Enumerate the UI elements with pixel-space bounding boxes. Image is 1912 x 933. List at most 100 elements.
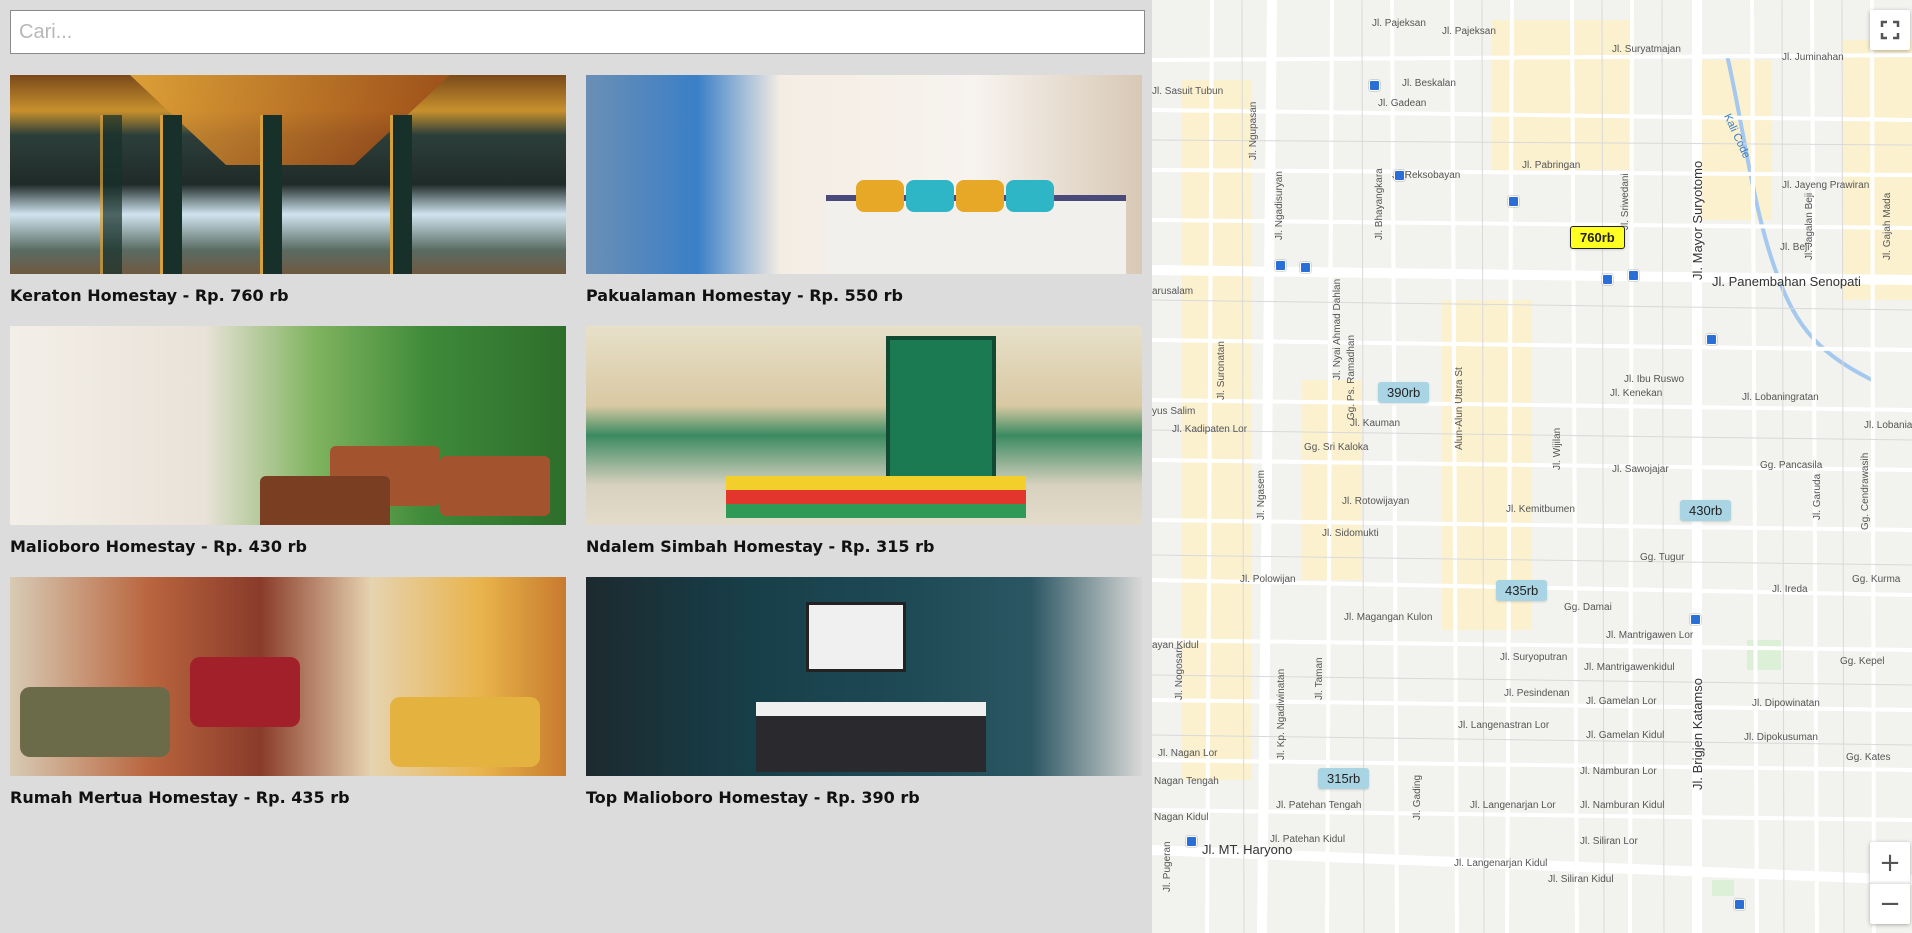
map-street-label: Jl. Mayor Suryotomo [1690, 160, 1705, 280]
map-street-label: Gg. Kurma [1852, 574, 1901, 585]
map-street-label: Jl. Taman [1314, 657, 1325, 700]
map-street-label: Jl. Ireda [1772, 584, 1808, 595]
listing-card-top-malioboro[interactable]: Top Malioboro Homestay - Rp. 390 rb [586, 577, 1142, 807]
bus-stop-icon[interactable] [1186, 836, 1197, 847]
map-street-label: Jl. Bhayangkara [1374, 168, 1385, 240]
map-street-label: Jl. Kemitbumen [1506, 504, 1575, 515]
map-street-label: Jl. Pesindenan [1504, 688, 1570, 699]
listing-card-rumah-mertua[interactable]: Rumah Mertua Homestay - Rp. 435 rb [10, 577, 566, 807]
price-marker-rumah-mertua[interactable]: 435rb [1496, 580, 1548, 601]
map-street-label: Gg. Ps. Ramadhan [1346, 334, 1357, 420]
map-street-label: Jl. Patehan Tengah [1276, 800, 1362, 811]
bus-stop-icon[interactable] [1275, 260, 1286, 271]
listing-photo[interactable] [10, 577, 566, 776]
bus-stop-icon[interactable] [1628, 270, 1639, 281]
map-street-label: Jl. Ngasem [1256, 469, 1267, 520]
price-marker-ndalem-simbah[interactable]: 315rb [1318, 768, 1370, 789]
map-street-label: Jl. Pabringan [1522, 160, 1581, 171]
listing-card-pakualaman[interactable]: Pakualaman Homestay - Rp. 550 rb [586, 75, 1142, 305]
fullscreen-button[interactable] [1870, 10, 1910, 50]
map-street-label: Jl. Mantrigawen Lor [1606, 630, 1694, 641]
map-street-label: Gg. Kates [1846, 752, 1891, 763]
map-street-label: Gg. Kepel [1840, 656, 1885, 667]
map-street-label: Nagan Tengah [1154, 776, 1219, 787]
map-street-label: Jl. Sasuit Tubun [1152, 86, 1224, 97]
map-street-label: Jl. Mantrigawenkidul [1584, 662, 1675, 673]
map-street-label: Jl. Lobaningratan [1742, 392, 1819, 403]
map-street-label: Jl. Jagalan Beji [1804, 192, 1815, 260]
listing-caption[interactable]: Keraton Homestay - Rp. 760 rb [10, 286, 566, 305]
map-street-label: Gg. Cendrawasih [1860, 452, 1871, 530]
map-street-label: Jl. Pajeksan [1442, 26, 1496, 37]
listing-photo[interactable] [10, 326, 566, 525]
map-street-label: Gg. Sri Kaloka [1304, 442, 1369, 453]
listings-panel: Keraton Homestay - Rp. 760 rb Pakualaman… [0, 0, 1152, 933]
fullscreen-icon [1880, 20, 1900, 40]
listing-card-malioboro[interactable]: Malioboro Homestay - Rp. 430 rb [10, 326, 566, 556]
map-street-label: Jl. Kenekan [1610, 388, 1663, 399]
bus-stop-icon[interactable] [1734, 899, 1745, 910]
bus-stop-icon[interactable] [1394, 170, 1405, 181]
map-street-label: Jl. Polowijan [1240, 574, 1296, 585]
map-street-label: ayan Kidul [1152, 640, 1199, 651]
bus-stop-icon[interactable] [1690, 614, 1701, 625]
price-marker-top-malioboro[interactable]: 390rb [1378, 382, 1430, 403]
map-street-label: Jl. Ngupasan [1248, 101, 1259, 160]
listing-caption[interactable]: Rumah Mertua Homestay - Rp. 435 rb [10, 788, 566, 807]
bus-stop-icon[interactable] [1369, 80, 1380, 91]
bus-stop-icon[interactable] [1706, 334, 1717, 345]
bus-stop-icon[interactable] [1508, 196, 1519, 207]
map-street-label: Jl. Sriwedani [1620, 173, 1631, 230]
map-street-label: Jl. Dipokusuman [1744, 732, 1818, 743]
listing-caption[interactable]: Top Malioboro Homestay - Rp. 390 rb [586, 788, 1142, 807]
map-street-label: Jl. Langenarjan Kidul [1454, 858, 1548, 869]
map-street-label: Jl. Kadipaten Lor [1172, 424, 1248, 435]
map[interactable]: Jl. Pajeksan Jl. Pajeksan Jl. Suryatmaja… [1152, 0, 1912, 933]
listing-caption[interactable]: Pakualaman Homestay - Rp. 550 rb [586, 286, 1142, 305]
map-street-label: Jl. Nyai Ahmad Dahlan [1332, 278, 1343, 380]
map-street-label: Nagan Kidul [1154, 812, 1209, 823]
map-street-label: Jl. Lobaniar [1864, 420, 1912, 431]
map-street-label: Gg. Pancasila [1760, 460, 1823, 471]
map-street-label: Jl. Suronatan [1216, 341, 1227, 400]
map-street-label: Jl. Juminahan [1782, 52, 1844, 63]
bus-stop-icon[interactable] [1300, 262, 1311, 273]
map-street-label: Jl. Namburan Lor [1580, 766, 1657, 777]
map-street-label: Jl. Garuda [1812, 473, 1823, 520]
map-street-label: Jl. Kauman [1350, 418, 1401, 429]
map-street-label: Jl. Gading [1412, 774, 1423, 820]
price-marker-malioboro[interactable]: 430rb [1680, 500, 1732, 521]
listing-photo[interactable] [586, 75, 1142, 274]
listing-caption[interactable]: Malioboro Homestay - Rp. 430 rb [10, 537, 566, 556]
listing-card-keraton[interactable]: Keraton Homestay - Rp. 760 rb [10, 75, 566, 305]
map-street-label: Jl. Ngadisuryan [1274, 171, 1285, 240]
listing-card-ndalem-simbah[interactable]: Ndalem Simbah Homestay - Rp. 315 rb [586, 326, 1142, 556]
map-street-label: Jl. Panembahan Senopati [1712, 274, 1861, 289]
map-street-label: Jl. Rotowijayan [1342, 496, 1410, 507]
map-street-label: Jl. Pugeran [1162, 841, 1173, 892]
map-street-label: Jl. Suryatmajan [1612, 44, 1681, 55]
map-street-label: Jl. Beskalan [1402, 78, 1456, 89]
zoom-in-button[interactable]: + [1870, 842, 1910, 883]
map-street-label: Jl. Brigjen Katamso [1690, 678, 1705, 790]
map-street-label: Jl. Wijilan [1552, 427, 1563, 470]
map-street-label: Jl. Gamelan Kidul [1586, 730, 1665, 741]
map-street-label: Jl. Suryoputran [1500, 652, 1568, 663]
listing-photo[interactable] [586, 326, 1142, 525]
listing-caption[interactable]: Ndalem Simbah Homestay - Rp. 315 rb [586, 537, 1142, 556]
bus-stop-icon[interactable] [1602, 274, 1613, 285]
map-street-label: Jl. Pajeksan [1372, 18, 1426, 29]
listing-photo[interactable] [586, 577, 1142, 776]
map-street-label: Jl. Nagan Lor [1158, 748, 1218, 759]
map-street-label: Gg. Tugur [1640, 552, 1685, 563]
price-marker-keraton[interactable]: 760rb [1570, 226, 1625, 249]
map-street-label: Jl. Sidomukti [1322, 528, 1379, 539]
map-street-label: Gg. Damai [1564, 602, 1612, 613]
search-input[interactable] [10, 10, 1145, 54]
zoom-out-button[interactable]: − [1870, 883, 1910, 924]
map-street-label: Jl. Gadean [1378, 98, 1427, 109]
map-street-label: Jl. Jayeng Prawiran [1782, 180, 1870, 191]
listing-photo[interactable] [10, 75, 566, 274]
map-street-label: Jl. Patehan Kidul [1270, 834, 1346, 845]
map-street-label: Jl. Langenastran Lor [1458, 720, 1550, 731]
